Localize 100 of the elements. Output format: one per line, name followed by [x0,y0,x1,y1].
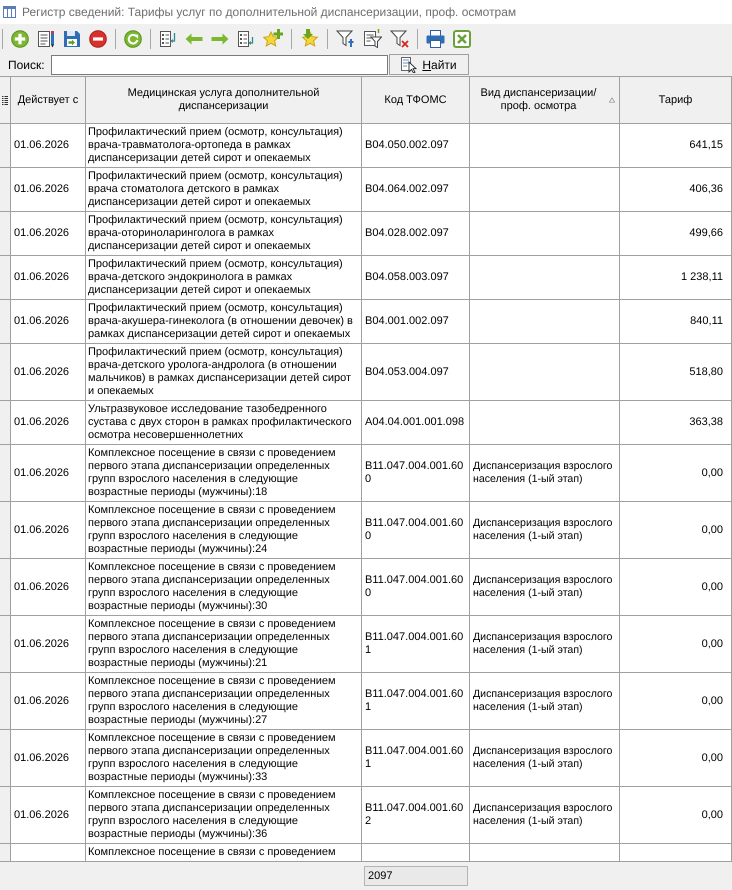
record-count: 2097 [364,866,468,886]
table-cell: Диспансеризация взрослого населения (1-ый этап) [470,730,620,787]
search-field[interactable] [51,54,388,74]
table-cell: B04.064.002.097 [362,168,470,212]
window-title: Регистр сведений: Тарифы услуг по дополнительной диспансеризации, проф. осмотрам [22,5,516,19]
filter-clear-icon[interactable] [390,29,409,48]
document-pencil-icon[interactable] [37,30,55,48]
filter-icon[interactable] [336,29,355,48]
table-cell: Профилактический прием (осмотр, консультация) врача-травматолога-ортопеда в рамках диспансеризации детей сирот и опекаемых [86,124,362,168]
refresh-icon[interactable] [124,30,142,48]
column-header[interactable]: Код ТФОМС [362,77,470,124]
table-cell: B11.047.004.001.602 [362,787,470,844]
table-cell: 363,38 [620,401,732,445]
table-cell: 0,00 [620,673,732,730]
table-cell: Профилактический прием (осмотр, консультация) врача-акушера-гинеколога (в отношении девочек) в рамках диспансеризации детей сирот и опекаемых [86,300,362,344]
table-cell: A04.04.001.001.098 [362,401,470,445]
list-icon[interactable] [2,96,8,104]
star-plus-icon[interactable] [263,29,283,48]
table-cell: Профилактический прием (осмотр, консультация) врача-детского эндокринолога в рамках диспансеризации детей сирот и опекаемых [86,256,362,300]
table-cell: 0,00 [620,445,732,502]
table-cell: Комплексное посещение в связи с проведением первого этапа диспансеризации определенных групп взрослого населения в следующие возрастные периоды (мужчины):21 [86,616,362,673]
table-cell: B04.001.002.097 [362,300,470,344]
table-cell: Диспансеризация взрослого населения (1-ый этап) [470,445,620,502]
row-handle[interactable] [0,730,11,787]
table-cell: 0,00 [620,559,732,616]
table-cell: B04.050.002.097 [362,124,470,168]
plus-icon[interactable] [11,30,29,48]
list-arrow-icon[interactable] [237,30,255,48]
row-handle[interactable] [0,168,11,212]
document-pointer-icon [401,56,418,72]
find-button[interactable]: Найти [389,54,469,75]
row-handle[interactable] [0,344,11,401]
row-handle[interactable] [0,256,11,300]
table-cell: 01.06.2026 [11,673,86,730]
column-header[interactable]: Тариф [620,77,732,124]
table-cell: 499,66 [620,212,732,256]
table-cell: B11.047.004.001.600 [362,445,470,502]
row-handle[interactable] [0,844,11,861]
table-cell: 01.06.2026 [11,212,86,256]
table-cell: 0,00 [620,730,732,787]
table-cell: 01.06.2026 [11,300,86,344]
table-cell: 641,15 [620,124,732,168]
print-icon[interactable] [426,30,445,48]
table-cell: Комплексное посещение в связи с проведением первого этапа диспансеризации определенных групп взрослого населения в следующие возрастные периоды (мужчины):27 [86,673,362,730]
table-cell: 01.06.2026 [11,502,86,559]
x-square-icon[interactable] [453,30,471,48]
column-header[interactable]: Медицинская услуга дополнительной диспансеризации [86,77,362,124]
table-cell: 01.06.2026 [11,445,86,502]
row-handle[interactable] [0,559,11,616]
table-cell: Профилактический прием (осмотр, консультация) врача стоматолога детского в рамках диспансеризации детей сирот и опекаемых [86,168,362,212]
table-icon [3,6,16,18]
left-arrow-icon[interactable] [185,32,203,44]
table-cell: 0,00 [620,616,732,673]
table-cell: 01.06.2026 [11,559,86,616]
table-cell: 01.06.2026 [11,401,86,445]
table-cell: 01.06.2026 [11,256,86,300]
column-header[interactable]: Вид диспансеризации/проф. осмотра [470,77,620,124]
sort-ascending-icon [608,96,615,104]
row-handle[interactable] [0,787,11,844]
right-arrow-icon[interactable] [211,32,229,44]
table-cell: Комплексное посещение в связи с проведением первого этапа диспансеризации определенных групп взрослого населения в следующие возрастные периоды (мужчины):30 [86,559,362,616]
table-cell: 01.06.2026 [11,344,86,401]
table-cell: B11.047.004.001.600 [362,502,470,559]
table-cell: 406,36 [620,168,732,212]
table-cell: 0,00 [620,787,732,844]
column-chooser[interactable] [0,77,11,124]
table-cell: Диспансеризация взрослого населения (1-ый этап) [470,616,620,673]
row-handle[interactable] [0,445,11,502]
table-cell: B04.028.002.097 [362,212,470,256]
column-header[interactable]: Действует с [11,77,86,124]
table-cell: 1 238,11 [620,256,732,300]
table-cell: Профилактический прием (осмотр, консультация) врача-детского уролога-андролога (в отношении мальчиков) в рамках диспансеризации детей сирот и опекаемых [86,344,362,401]
table-cell: Комплексное посещение в связи с проведением первого этапа диспансеризации определенных групп взрослого населения в следующие возрастные периоды (мужчины):36 [86,787,362,844]
row-handle[interactable] [0,300,11,344]
row-handle[interactable] [0,401,11,445]
search-label: Поиск: [8,58,46,72]
table-cell: Диспансеризация взрослого населения (1-ый этап) [470,502,620,559]
table-cell: 518,80 [620,344,732,401]
table-cell: 840,11 [620,300,732,344]
star-arrow-icon[interactable] [300,29,319,48]
row-handle[interactable] [0,616,11,673]
table-cell: Ультразвуковое исследование тазобедренного сустава с двух сторон в рамках профилактического осмотра несовершеннолетних [86,401,362,445]
row-handle[interactable] [0,502,11,559]
list-arrow-icon[interactable] [159,30,177,48]
table-cell: B11.047.004.001.601 [362,673,470,730]
row-handle[interactable] [0,212,11,256]
table-cell: 01.06.2026 [11,616,86,673]
table-cell: B04.058.003.097 [362,256,470,300]
document-filter-icon[interactable] [363,29,382,48]
table-cell: Диспансеризация взрослого населения (1-ый этап) [470,559,620,616]
table-cell: B11.047.004.001.600 [362,559,470,616]
table-cell: 01.06.2026 [11,730,86,787]
table-cell: B04.053.004.097 [362,344,470,401]
row-handle[interactable] [0,124,11,168]
table-cell: Комплексное посещение в связи с проведением первого этапа диспансеризации определенных групп взрослого населения в следующие возрастные периоды (мужчины):24 [86,502,362,559]
minus-circle-icon[interactable] [89,30,107,48]
table-cell: 01.06.2026 [11,124,86,168]
row-handle[interactable] [0,673,11,730]
save-icon[interactable] [63,30,81,48]
table-cell: Диспансеризация взрослого населения (1-ый этап) [470,673,620,730]
